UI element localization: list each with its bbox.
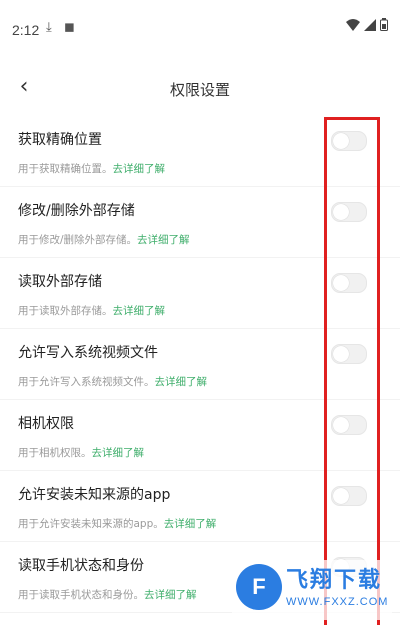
permission-list: 获取精确位置 用于获取精确位置。去详细了解 修改/删除外部存储 用于修改/删除外… — [0, 116, 400, 613]
permission-row-install-unknown: 允许安装未知来源的app 用于允许安装未知来源的app。去详细了解 — [0, 471, 400, 542]
permission-toggle[interactable] — [331, 486, 367, 506]
permission-desc: 用于读取手机状态和身份。去详细了解 — [18, 589, 197, 601]
watermark: F 飞翔下载 WWW.FXXZ.COM — [232, 560, 392, 620]
permission-title: 相机权限 — [18, 416, 74, 432]
wifi-icon — [346, 18, 360, 31]
learn-more-link[interactable]: 去详细了解 — [164, 518, 217, 530]
permission-row-location: 获取精确位置 用于获取精确位置。去详细了解 — [0, 116, 400, 187]
permission-row-write-video: 允许写入系统视频文件 用于允许写入系统视频文件。去详细了解 — [0, 329, 400, 400]
permission-title: 获取精确位置 — [18, 132, 102, 148]
download-icon: ⤓ — [46, 19, 52, 34]
permission-title: 读取手机状态和身份 — [18, 558, 144, 574]
learn-more-link[interactable]: 去详细了解 — [113, 305, 166, 317]
watermark-logo-icon: F — [236, 564, 282, 610]
navbar: ‹ 权限设置 — [0, 62, 400, 116]
toggle-knob — [333, 275, 349, 291]
permission-desc: 用于相机权限。去详细了解 — [18, 447, 145, 459]
permission-row-read-storage: 读取外部存储 用于读取外部存储。去详细了解 — [0, 258, 400, 329]
permission-toggle[interactable] — [331, 273, 367, 293]
toggle-knob — [333, 488, 349, 504]
learn-more-link[interactable]: 去详细了解 — [92, 447, 145, 459]
permission-title: 允许安装未知来源的app — [18, 487, 171, 503]
permission-toggle[interactable] — [331, 415, 367, 435]
permission-title: 读取外部存储 — [18, 274, 102, 290]
learn-more-link[interactable]: 去详细了解 — [113, 163, 166, 175]
permission-desc: 用于修改/删除外部存储。去详细了解 — [18, 234, 190, 246]
status-bar: 2:12 ⤓ ◼ — [0, 0, 400, 50]
signal-icon — [364, 18, 376, 31]
permission-desc: 用于允许写入系统视频文件。去详细了解 — [18, 376, 208, 388]
learn-more-link[interactable]: 去详细了解 — [137, 234, 190, 246]
status-time: 2:12 — [12, 22, 40, 38]
watermark-text: 飞翔下载 — [286, 568, 383, 593]
permission-toggle[interactable] — [331, 344, 367, 364]
permission-desc: 用于获取精确位置。去详细了解 — [18, 163, 166, 175]
permission-title: 修改/删除外部存储 — [18, 203, 135, 219]
permission-toggle[interactable] — [331, 131, 367, 151]
permission-row-modify-storage: 修改/删除外部存储 用于修改/删除外部存储。去详细了解 — [0, 187, 400, 258]
page-title: 权限设置 — [169, 81, 230, 99]
learn-more-link[interactable]: 去详细了解 — [155, 376, 208, 388]
toggle-knob — [333, 204, 349, 220]
toggle-knob — [333, 346, 349, 362]
watermark-url: WWW.FXXZ.COM — [286, 596, 389, 608]
permission-desc: 用于允许安装未知来源的app。去详细了解 — [18, 518, 217, 530]
permission-desc: 用于读取外部存储。去详细了解 — [18, 305, 166, 317]
toggle-knob — [333, 133, 349, 149]
permission-row-camera: 相机权限 用于相机权限。去详细了解 — [0, 400, 400, 471]
permission-title: 允许写入系统视频文件 — [18, 345, 158, 361]
learn-more-link[interactable]: 去详细了解 — [144, 589, 197, 601]
permission-toggle[interactable] — [331, 202, 367, 222]
toggle-knob — [333, 417, 349, 433]
media-icon: ◼ — [64, 19, 75, 34]
battery-icon — [380, 18, 388, 31]
